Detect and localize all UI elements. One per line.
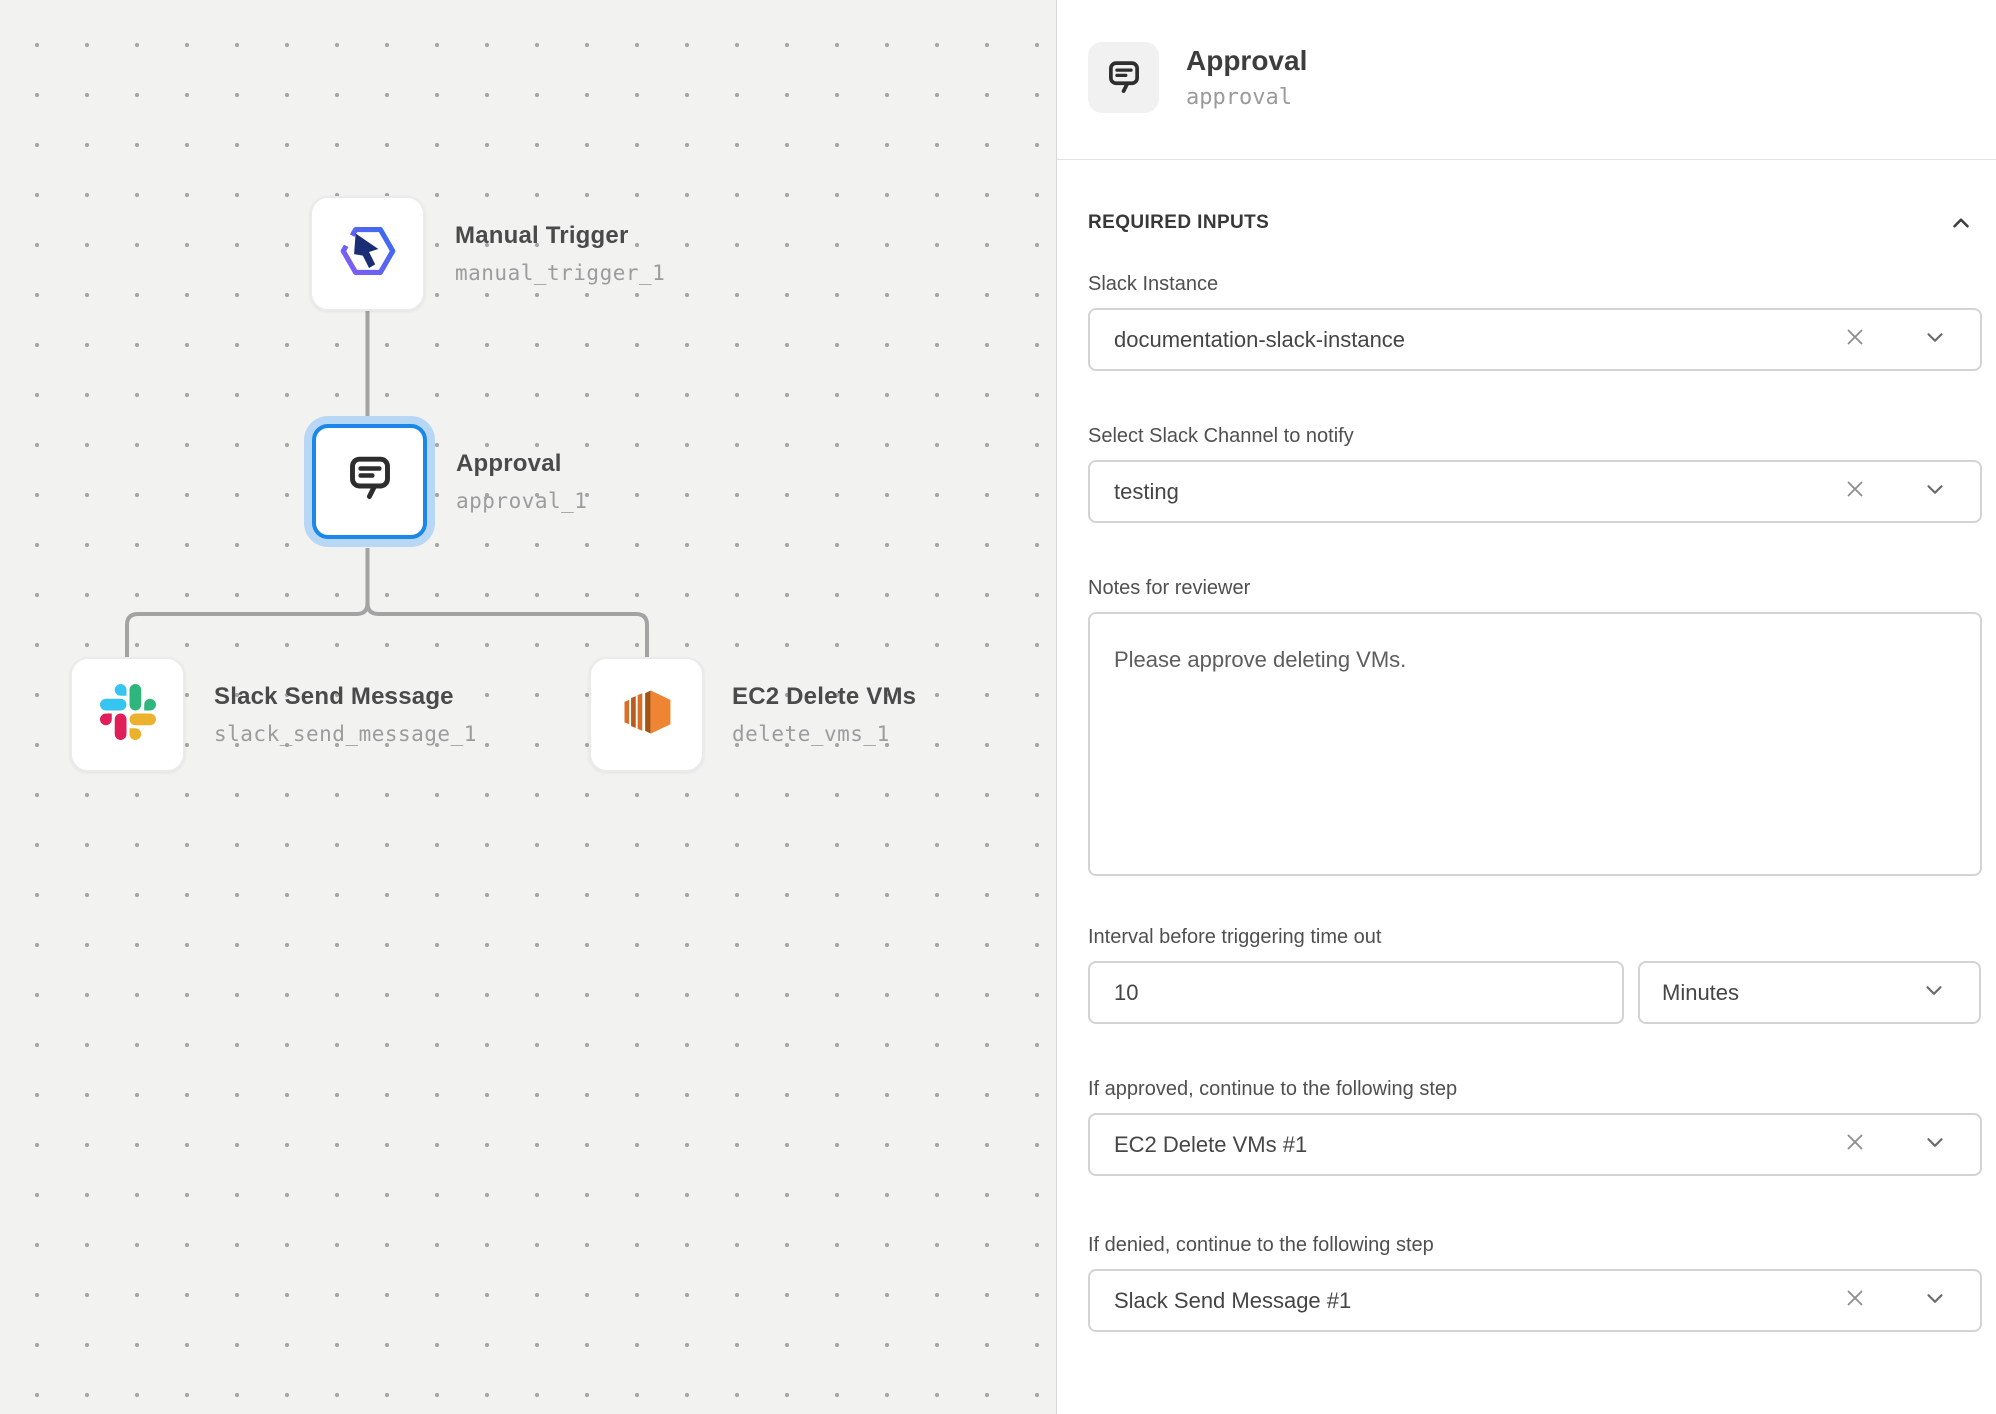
slack-instance-select[interactable]: documentation-slack-instance	[1088, 308, 1982, 371]
slack-icon	[100, 684, 156, 745]
clear-icon[interactable]	[1842, 1285, 1868, 1317]
panel-title: Approval	[1186, 45, 1307, 77]
interval-value-input[interactable]	[1088, 961, 1624, 1024]
chevron-down-icon[interactable]	[1922, 324, 1948, 356]
chevron-down-icon[interactable]	[1922, 476, 1948, 508]
node-title: Approval	[456, 450, 587, 478]
section-title: REQUIRED INPUTS	[1088, 212, 1269, 234]
node-slack-send-message[interactable]	[70, 657, 185, 772]
approval-icon	[1088, 42, 1159, 113]
notes-textarea[interactable]: Please approve deleting VMs.	[1088, 612, 1982, 876]
ec2-icon	[617, 682, 677, 747]
slack-channel-group: Select Slack Channel to notify testing	[1088, 425, 1982, 523]
slack-instance-value: documentation-slack-instance	[1114, 327, 1405, 353]
approved-step-value: EC2 Delete VMs #1	[1114, 1132, 1307, 1158]
step-config-panel: Approval approval REQUIRED INPUTS Slack …	[1057, 0, 1996, 1414]
manual-trigger-icon	[335, 218, 401, 289]
clear-icon[interactable]	[1842, 324, 1868, 356]
node-label-ec2-delete-vms: EC2 Delete VMs delete_vms_1	[732, 683, 916, 746]
interval-row: Minutes	[1088, 961, 1982, 1024]
node-title: Manual Trigger	[455, 222, 665, 250]
slack-channel-label: Select Slack Channel to notify	[1088, 425, 1982, 448]
node-title: EC2 Delete VMs	[732, 683, 916, 711]
node-title: Slack Send Message	[214, 683, 477, 711]
denied-step-select[interactable]: Slack Send Message #1	[1088, 1269, 1982, 1332]
slack-channel-select[interactable]: testing	[1088, 460, 1982, 523]
approved-step-group: If approved, continue to the following s…	[1088, 1078, 1982, 1176]
approved-step-select[interactable]: EC2 Delete VMs #1	[1088, 1113, 1982, 1176]
denied-step-label: If denied, continue to the following ste…	[1088, 1234, 1982, 1257]
interval-group: Interval before triggering time out Minu…	[1088, 926, 1982, 1024]
chevron-down-icon[interactable]	[1922, 1285, 1948, 1317]
panel-header: Approval approval	[1088, 42, 1982, 113]
node-id: slack_send_message_1	[214, 722, 477, 746]
chevron-down-icon[interactable]	[1921, 977, 1947, 1009]
chevron-up-icon[interactable]	[1948, 210, 1974, 236]
panel-divider	[1057, 159, 1996, 160]
notes-group: Notes for reviewer Please approve deleti…	[1088, 577, 1982, 876]
node-manual-trigger[interactable]	[310, 196, 425, 311]
slack-channel-value: testing	[1114, 479, 1179, 505]
node-label-manual-trigger: Manual Trigger manual_trigger_1	[455, 222, 665, 285]
approved-step-label: If approved, continue to the following s…	[1088, 1078, 1982, 1101]
chevron-down-icon[interactable]	[1922, 1129, 1948, 1161]
node-label-slack-send-message: Slack Send Message slack_send_message_1	[214, 683, 477, 746]
node-id: delete_vms_1	[732, 722, 916, 746]
workflow-editor: Manual Trigger manual_trigger_1 Approval…	[0, 0, 1996, 1414]
node-approval[interactable]	[312, 424, 427, 539]
panel-subtitle: approval	[1186, 85, 1307, 110]
clear-icon[interactable]	[1842, 476, 1868, 508]
panel-header-text: Approval approval	[1186, 42, 1307, 110]
interval-unit-value: Minutes	[1662, 980, 1739, 1006]
slack-instance-group: Slack Instance documentation-slack-insta…	[1088, 273, 1982, 371]
node-id: manual_trigger_1	[455, 261, 665, 285]
slack-instance-label: Slack Instance	[1088, 273, 1982, 296]
approval-icon	[342, 451, 398, 512]
notes-label: Notes for reviewer	[1088, 577, 1982, 600]
node-id: approval_1	[456, 489, 587, 513]
denied-step-group: If denied, continue to the following ste…	[1088, 1234, 1982, 1332]
interval-unit-select[interactable]: Minutes	[1638, 961, 1981, 1024]
interval-label: Interval before triggering time out	[1088, 926, 1982, 949]
required-inputs-section-header: REQUIRED INPUTS	[1088, 210, 1982, 236]
denied-step-value: Slack Send Message #1	[1114, 1288, 1351, 1314]
node-label-approval: Approval approval_1	[456, 450, 587, 513]
clear-icon[interactable]	[1842, 1129, 1868, 1161]
node-ec2-delete-vms[interactable]	[589, 657, 704, 772]
workflow-canvas[interactable]: Manual Trigger manual_trigger_1 Approval…	[0, 0, 1057, 1414]
